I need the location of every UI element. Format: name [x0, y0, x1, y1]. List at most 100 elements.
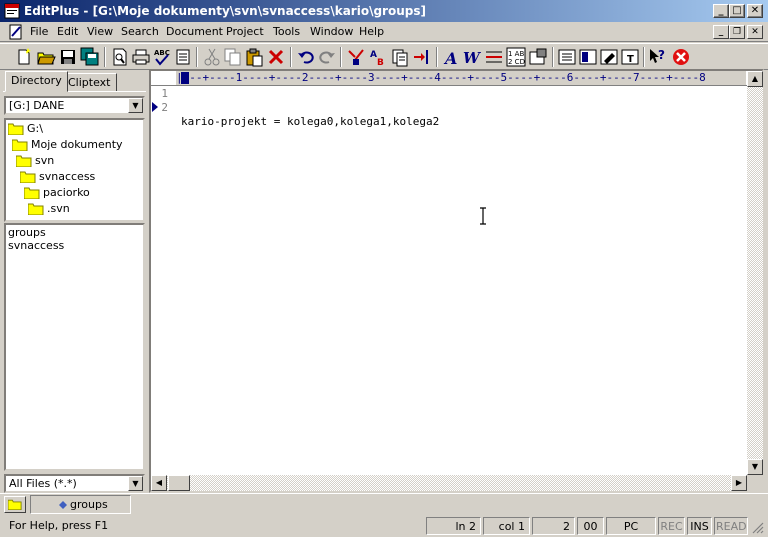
- svg-text:T: T: [627, 54, 634, 65]
- copy-icon[interactable]: [223, 47, 243, 67]
- print-preview-icon[interactable]: [110, 47, 130, 67]
- spell-check-icon[interactable]: ABC: [152, 47, 172, 67]
- help-text: For Help, press F1: [9, 519, 109, 532]
- user-tool-icon[interactable]: [599, 47, 619, 67]
- open-folder-icon: [24, 187, 40, 199]
- text-cursor-icon: [480, 207, 486, 225]
- tab-list-button[interactable]: [4, 496, 26, 513]
- read-indicator: READ: [714, 517, 748, 535]
- tree-item[interactable]: paciorko: [24, 186, 90, 202]
- save-all-icon[interactable]: [80, 47, 100, 67]
- maximize-button[interactable]: □: [729, 4, 745, 18]
- document-tab[interactable]: groups: [30, 495, 131, 514]
- minimize-button[interactable]: _: [713, 4, 729, 18]
- context-help-icon[interactable]: ?: [648, 47, 668, 67]
- horizontal-scrollbar[interactable]: ◀ ▶: [151, 475, 747, 491]
- document-tab-label: groups: [70, 498, 108, 511]
- scroll-thumb[interactable]: [168, 475, 190, 491]
- preferences-icon[interactable]: [528, 47, 548, 67]
- goto-line-icon[interactable]: [412, 47, 432, 67]
- menu-view[interactable]: View: [87, 25, 113, 38]
- svg-text:W: W: [463, 49, 482, 67]
- file-filter-value: All Files (*.*): [9, 477, 77, 490]
- doc-minimize-button[interactable]: _: [713, 25, 729, 39]
- new-file-icon[interactable]: [14, 47, 34, 67]
- svg-text:A: A: [443, 49, 457, 67]
- redo-icon[interactable]: [317, 47, 337, 67]
- paste-icon[interactable]: [244, 47, 264, 67]
- file-format-indicator: PC: [606, 517, 656, 535]
- ruler-cursor-marker: [181, 72, 189, 84]
- svg-text:2 CD: 2 CD: [508, 58, 525, 66]
- file-filter-dropdown[interactable]: All Files (*.*) ▼: [4, 474, 145, 493]
- scroll-down-icon[interactable]: ▼: [747, 459, 763, 475]
- tab-directory[interactable]: Directory: [5, 71, 68, 92]
- find-in-files-icon[interactable]: [390, 47, 410, 67]
- open-folder-icon: [16, 155, 32, 167]
- tree-item[interactable]: Moje dokumenty: [12, 138, 123, 154]
- output-window-icon[interactable]: [578, 47, 598, 67]
- tree-item[interactable]: svnaccess: [20, 170, 95, 186]
- menu-window[interactable]: Window: [310, 25, 353, 38]
- tree-item[interactable]: svn: [16, 154, 54, 170]
- tree-item[interactable]: G:\: [8, 122, 43, 138]
- file-item[interactable]: groups: [8, 226, 46, 239]
- document-icon[interactable]: [8, 24, 24, 40]
- delete-icon[interactable]: [266, 47, 286, 67]
- scroll-right-icon[interactable]: ▶: [731, 475, 747, 491]
- line-number: 1: [161, 87, 168, 100]
- tree-item[interactable]: .svn: [28, 202, 70, 218]
- print-icon[interactable]: [131, 47, 151, 67]
- line-number-icon[interactable]: [484, 47, 504, 67]
- text-area[interactable]: kario-projekt = kolega0,kolega1,kolega2: [181, 87, 741, 171]
- title-bar: EditPlus - [G:\Moje dokumenty\svn\svnacc…: [0, 0, 768, 22]
- menu-edit[interactable]: Edit: [57, 25, 78, 38]
- folder-icon: [8, 499, 22, 510]
- status-bar: For Help, press F1 ln 2 col 1 2 00 PC RE…: [0, 514, 768, 537]
- undo-icon[interactable]: [296, 47, 316, 67]
- menu-file[interactable]: File: [30, 25, 48, 38]
- file-item[interactable]: svnaccess: [8, 239, 64, 252]
- font-icon[interactable]: A: [442, 47, 462, 67]
- open-folder-icon[interactable]: [36, 47, 56, 67]
- close-button[interactable]: ✕: [747, 4, 763, 18]
- drive-dropdown[interactable]: [G:] DANE ▼: [4, 96, 145, 115]
- browser-icon[interactable]: T: [620, 47, 640, 67]
- chevron-down-icon[interactable]: ▼: [128, 98, 143, 113]
- folder-icon: [28, 203, 44, 215]
- menu-document[interactable]: Document: [166, 25, 223, 38]
- sort-icon[interactable]: 1 AB2 CD: [506, 47, 526, 67]
- toolbar: ABC AB A W 1 AB 2 CD T ?: [0, 43, 768, 70]
- menu-tools[interactable]: Tools: [273, 25, 300, 38]
- save-icon[interactable]: [58, 47, 78, 67]
- scroll-left-icon[interactable]: ◀: [151, 475, 167, 491]
- code-indicator: 00: [577, 517, 604, 535]
- stop-icon[interactable]: [671, 47, 691, 67]
- text-line[interactable]: kario-projekt = kolega0,kolega1,kolega2: [181, 115, 741, 129]
- word-wrap-icon[interactable]: W: [462, 47, 482, 67]
- document-properties-icon[interactable]: [173, 47, 193, 67]
- scroll-up-icon[interactable]: ▲: [747, 71, 763, 87]
- current-line-marker-icon: [152, 102, 158, 112]
- vertical-scrollbar[interactable]: ▲ ▼: [747, 71, 763, 475]
- menu-search[interactable]: Search: [121, 25, 159, 38]
- svg-text:B: B: [377, 58, 384, 67]
- doc-restore-button[interactable]: ❐: [729, 25, 745, 39]
- find-icon[interactable]: [346, 47, 366, 67]
- cut-icon[interactable]: [202, 47, 222, 67]
- menu-help[interactable]: Help: [359, 25, 384, 38]
- replace-icon[interactable]: AB: [368, 47, 388, 67]
- open-folder-icon: [12, 139, 28, 151]
- file-list: groups svnaccess: [4, 223, 145, 471]
- doc-close-button[interactable]: ✕: [747, 25, 763, 39]
- tab-cliptext[interactable]: Cliptext: [62, 73, 117, 92]
- menu-project[interactable]: Project: [226, 25, 264, 38]
- menu-bar: File Edit View Search Document Project T…: [0, 22, 768, 42]
- ins-indicator: INS: [687, 517, 712, 535]
- window-title: EditPlus - [G:\Moje dokumenty\svn\svnacc…: [24, 4, 426, 18]
- resize-grip-icon[interactable]: [752, 522, 764, 534]
- column-indicator: col 1: [483, 517, 530, 535]
- directory-window-icon[interactable]: [557, 47, 577, 67]
- line-indicator: ln 2: [426, 517, 481, 535]
- chevron-down-icon[interactable]: ▼: [128, 476, 143, 491]
